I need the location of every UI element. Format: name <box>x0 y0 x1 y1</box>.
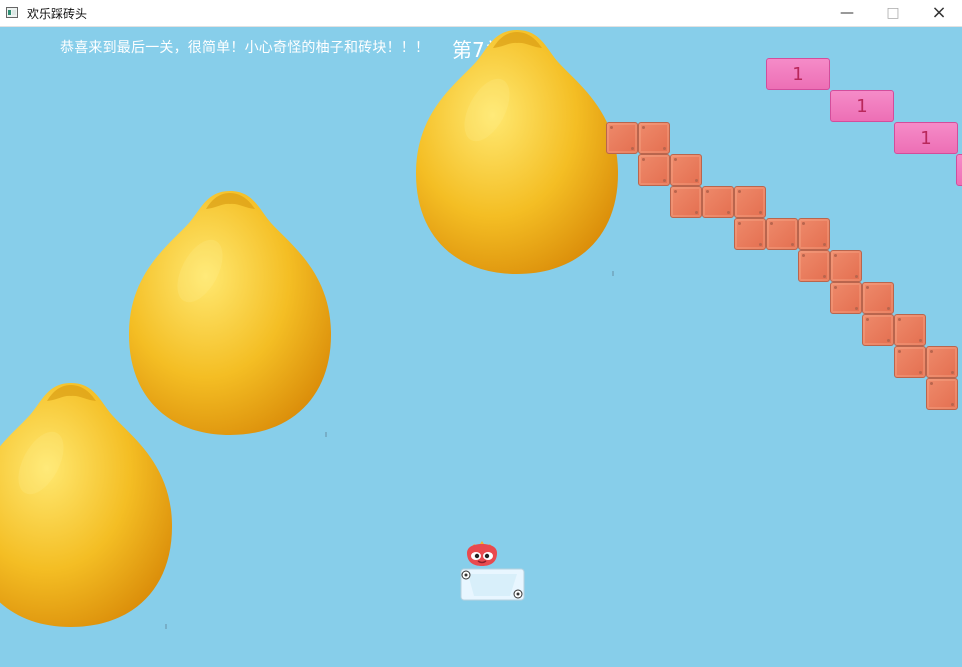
brick-tile <box>606 122 638 154</box>
brick-tile <box>862 314 894 346</box>
pink-brick: 1 <box>830 90 894 122</box>
brick-tile <box>670 154 702 186</box>
close-button[interactable]: × <box>916 0 962 26</box>
brick-tile <box>830 250 862 282</box>
background-speck <box>325 432 327 437</box>
pink-brick: 1 <box>894 122 958 154</box>
maximize-button[interactable]: □ <box>870 0 916 26</box>
level-message: 恭喜来到最后一关，很简单！小心奇怪的柚子和砖块！！！ <box>60 40 430 56</box>
brick-tile <box>734 218 766 250</box>
brick-tile <box>734 186 766 218</box>
pink-brick-partial <box>956 154 962 186</box>
brick-tile <box>926 346 958 378</box>
brick-tile <box>894 346 926 378</box>
app-icon <box>6 7 18 18</box>
player-character <box>467 541 497 566</box>
brick-tile <box>638 122 670 154</box>
brick-tile <box>766 218 798 250</box>
minimize-button[interactable]: — <box>824 0 870 26</box>
brick-tile <box>702 186 734 218</box>
brick-tile <box>862 282 894 314</box>
background-speck <box>612 271 614 276</box>
background-speck <box>165 624 167 629</box>
brick-tile <box>798 218 830 250</box>
window-titlebar: 欢乐踩砖头 — □ × <box>0 0 962 27</box>
game-window: 欢乐踩砖头 — □ × 恭喜来到最后一关，很简单！小心奇怪的柚子和砖块！！！ 第… <box>0 0 962 667</box>
brick-tile <box>670 186 702 218</box>
pomelo-obstacle <box>0 383 173 627</box>
brick-tile <box>926 378 958 410</box>
brick-tile <box>830 282 862 314</box>
player-paddle[interactable] <box>460 568 525 601</box>
brick-tile <box>798 250 830 282</box>
window-title: 欢乐踩砖头 <box>27 7 88 21</box>
pink-brick: 1 <box>766 58 830 90</box>
pomelo-obstacle <box>415 30 619 274</box>
brick-tile <box>894 314 926 346</box>
game-area[interactable]: 恭喜来到最后一关，很简单！小心奇怪的柚子和砖块！！！ 第7关 1 1 1 <box>0 27 962 667</box>
brick-tile <box>638 154 670 186</box>
